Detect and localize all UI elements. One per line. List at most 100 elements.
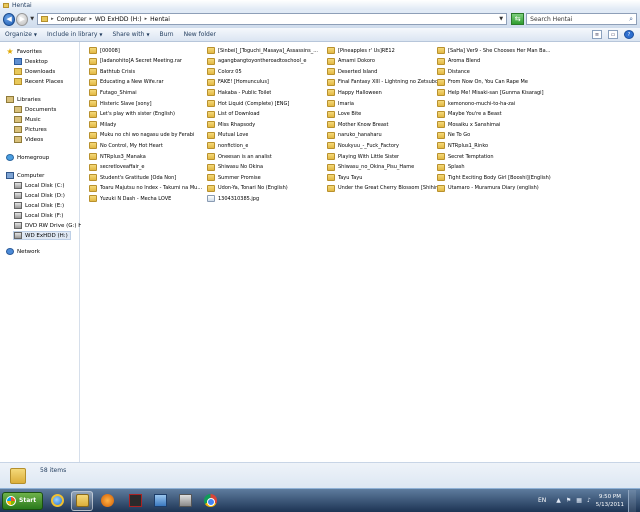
network-status-icon[interactable]: ▦: [576, 497, 582, 504]
file-item[interactable]: Splash: [437, 163, 555, 172]
taskbar-network-app[interactable]: [149, 491, 171, 511]
new-folder-button[interactable]: New folder: [184, 31, 216, 38]
view-options-icon[interactable]: ≡: [592, 30, 602, 39]
file-item[interactable]: kemonono-muchi-to-ha-zai: [437, 99, 555, 108]
chevron-right-icon[interactable]: ▸: [51, 16, 54, 22]
recent-pages-dropdown[interactable]: ▼: [30, 16, 34, 22]
language-indicator[interactable]: EN: [538, 497, 546, 504]
file-item[interactable]: Mutual Love: [207, 131, 325, 140]
file-item[interactable]: nonfiction_e: [207, 141, 325, 150]
taskbar-chrome[interactable]: [199, 491, 221, 511]
file-item[interactable]: Shiwasu No Okina: [207, 163, 325, 172]
file-item[interactable]: Colorz 05: [207, 67, 325, 76]
back-button[interactable]: ◀: [3, 12, 16, 26]
start-button[interactable]: Start: [2, 491, 44, 510]
file-item[interactable]: Tayu Tayu: [327, 173, 445, 182]
file-item[interactable]: Hot Liquid (Complete) [ENG]: [207, 99, 325, 108]
file-item[interactable]: Summer Promise: [207, 173, 325, 182]
file-item[interactable]: Toaru Majutsu no Index - Takumi na Mu...: [89, 184, 207, 193]
file-item[interactable]: Amami Dokoro: [327, 57, 445, 66]
file-item[interactable]: Playing With Little Sister: [327, 152, 445, 161]
nav-desktop[interactable]: Desktop: [14, 58, 48, 65]
search-input[interactable]: Search Hentai ⌕: [526, 13, 637, 25]
file-item[interactable]: [SaHa] Ver9 - She Chooses Her Man Ba...: [437, 46, 555, 55]
nav-homegroup[interactable]: Homegroup: [6, 154, 49, 161]
nav-documents[interactable]: Documents: [14, 106, 56, 113]
file-item[interactable]: Student's Gratitude [Oda Non]: [89, 173, 207, 182]
help-icon[interactable]: ?: [624, 30, 634, 39]
file-item[interactable]: Mosaiku x Sanshimai: [437, 120, 555, 129]
magnifier-icon[interactable]: ⌕: [629, 15, 633, 24]
file-item[interactable]: NTRplus3_Manaka: [89, 152, 207, 161]
show-hidden-icons-icon[interactable]: ▲: [556, 497, 561, 504]
file-item[interactable]: Let's play with sister (English): [89, 110, 207, 119]
burn-button[interactable]: Burn: [160, 31, 174, 38]
file-item[interactable]: Distance: [437, 67, 555, 76]
chevron-right-icon[interactable]: ▸: [145, 16, 148, 22]
file-item[interactable]: Milady: [89, 120, 207, 129]
nav-drive-e[interactable]: Local Disk (E:): [14, 202, 64, 209]
nav-downloads[interactable]: Downloads: [14, 68, 55, 75]
file-item[interactable]: Happy Halloween: [327, 88, 445, 97]
file-item[interactable]: FAKE! [Homunculus]: [207, 78, 325, 87]
nav-drive-h[interactable]: WD ExHDD (H:): [13, 231, 71, 240]
file-item[interactable]: From Now On, You Can Rape Me: [437, 78, 555, 87]
breadcrumb-computer[interactable]: Computer: [57, 16, 87, 23]
file-item[interactable]: Under the Great Cherry Blossom [Shihir..…: [327, 184, 445, 193]
file-item[interactable]: 1304310385.jpg: [207, 194, 325, 203]
file-item[interactable]: Mother Know Breast: [327, 120, 445, 129]
file-item[interactable]: Histeric Slave [sony]: [89, 99, 207, 108]
nav-videos[interactable]: Videos: [14, 136, 43, 143]
file-item[interactable]: [Pineapples r' Us]RE12: [327, 46, 445, 55]
taskbar-media-player[interactable]: [96, 491, 118, 511]
file-item[interactable]: NTRplus1_Rinko: [437, 141, 555, 150]
file-item[interactable]: Secret Temptation: [437, 152, 555, 161]
file-item[interactable]: Noukyuu_-_Fuck_Factory: [327, 141, 445, 150]
show-desktop-button[interactable]: [628, 489, 636, 512]
refresh-button[interactable]: ⇆: [511, 13, 525, 25]
file-item[interactable]: Maybe You're a Beast: [437, 110, 555, 119]
include-in-library-button[interactable]: Include in library ▼: [47, 31, 103, 38]
taskbar-windows-explorer[interactable]: [71, 490, 94, 511]
breadcrumb-folder[interactable]: Hentai: [150, 16, 170, 23]
taskbar-app-dark[interactable]: [124, 491, 146, 511]
share-with-button[interactable]: Share with ▼: [112, 31, 149, 38]
file-item[interactable]: Ne To Go: [437, 131, 555, 140]
file-item[interactable]: naruko_hanaharu: [327, 131, 445, 140]
nav-favorites[interactable]: ★ Favorites: [6, 47, 41, 56]
taskbar-internet-explorer[interactable]: [46, 491, 68, 511]
file-item[interactable]: [Sinbei]_[Toguchi_Masaya]_Assassins_...: [207, 46, 325, 55]
flag-icon[interactable]: ⚑: [566, 497, 571, 504]
file-item[interactable]: Hakaba - Public Toilet: [207, 88, 325, 97]
nav-drive-g[interactable]: DVD RW Drive (G:) HC: [14, 222, 86, 229]
file-item[interactable]: Educating a New Wife.rar: [89, 78, 207, 87]
file-item[interactable]: Futago_Shimai: [89, 88, 207, 97]
file-item[interactable]: Miss Rhapsody: [207, 120, 325, 129]
nav-drive-f[interactable]: Local Disk (F:): [14, 212, 63, 219]
file-item[interactable]: No Control, My Hot Heart: [89, 141, 207, 150]
nav-drive-c[interactable]: Local Disk (C:): [14, 182, 65, 189]
file-item[interactable]: Help Me! Misaki-san [Gunma Kisaragi]: [437, 88, 555, 97]
file-item[interactable]: Bathtub Crisis: [89, 67, 207, 76]
file-item[interactable]: [00008]: [89, 46, 207, 55]
nav-pictures[interactable]: Pictures: [14, 126, 47, 133]
preview-pane-icon[interactable]: ▭: [608, 30, 618, 39]
taskbar-recycle[interactable]: [174, 491, 196, 511]
file-list[interactable]: [00008] [Iadanohito]A Secret Meeting.rar B…: [81, 42, 640, 462]
forward-button[interactable]: ▶: [16, 12, 29, 26]
file-item[interactable]: Udon-Ya, Tonari No (English): [207, 184, 325, 193]
file-item[interactable]: Yuzuki N Dash - Mecha LOVE: [89, 194, 207, 203]
organize-button[interactable]: Organize ▼: [5, 31, 37, 38]
volume-icon[interactable]: ♪: [587, 497, 591, 504]
nav-music[interactable]: Music: [14, 116, 41, 123]
file-item[interactable]: [Iadanohito]A Secret Meeting.rar: [89, 57, 207, 66]
file-item[interactable]: Deserted Island: [327, 67, 445, 76]
file-item[interactable]: agangbangtoyontheroadtoschool_e: [207, 57, 325, 66]
breadcrumb-drive[interactable]: WD ExHDD (H:): [95, 16, 142, 23]
chevron-right-icon[interactable]: ▸: [89, 16, 92, 22]
file-item[interactable]: Love Bite: [327, 110, 445, 119]
file-item[interactable]: Imaria: [327, 99, 445, 108]
file-item[interactable]: Shiwasu_no_Okina_Pisu_Hame: [327, 163, 445, 172]
file-item[interactable]: secretloveaffair_e: [89, 163, 207, 172]
file-item[interactable]: Tight Exciting Body Girl [Booshi](Englis…: [437, 173, 555, 182]
